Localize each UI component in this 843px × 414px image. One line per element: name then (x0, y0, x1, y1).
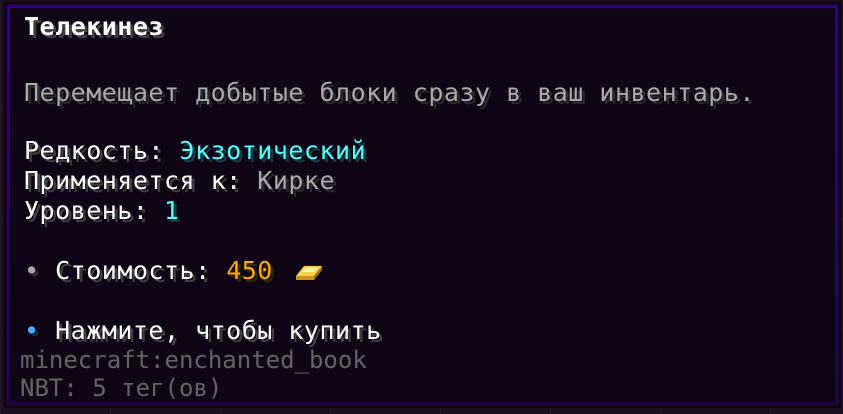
cost-row: • Стоимость: 450 (24, 256, 324, 286)
level-label: Уровень: (24, 196, 164, 225)
item-tooltip: Телекинез Перемещает добытые блоки сразу… (4, 2, 841, 408)
level-row: Уровень: 1 (24, 196, 180, 226)
cost-bullet: • (24, 256, 40, 285)
buy-bullet: • (24, 316, 40, 345)
nbt-count-text: NBT: 5 тег(ов) (20, 374, 223, 402)
rarity-row: Редкость: Экзотический (24, 136, 366, 166)
tooltip-description: Перемещает добытые блоки сразу в ваш инв… (24, 78, 755, 107)
item-id-text: minecraft:enchanted_book (20, 346, 367, 374)
gold-ingot-icon (296, 266, 323, 280)
level-value: 1 (163, 196, 180, 225)
applies-value: Кирке (257, 166, 336, 195)
tooltip-title: Телекинез (24, 12, 164, 41)
buy-label[interactable]: Нажмите, чтобы купить (40, 316, 382, 345)
rarity-value: Экзотический (179, 136, 367, 165)
cost-value: 450 (226, 256, 273, 285)
applies-label: Применяется к: (24, 166, 258, 195)
rarity-label: Редкость: (24, 136, 180, 165)
applies-row: Применяется к: Кирке (24, 166, 335, 196)
buy-row[interactable]: • Нажмите, чтобы купить (24, 316, 382, 346)
cost-label: Стоимость: (39, 256, 227, 285)
